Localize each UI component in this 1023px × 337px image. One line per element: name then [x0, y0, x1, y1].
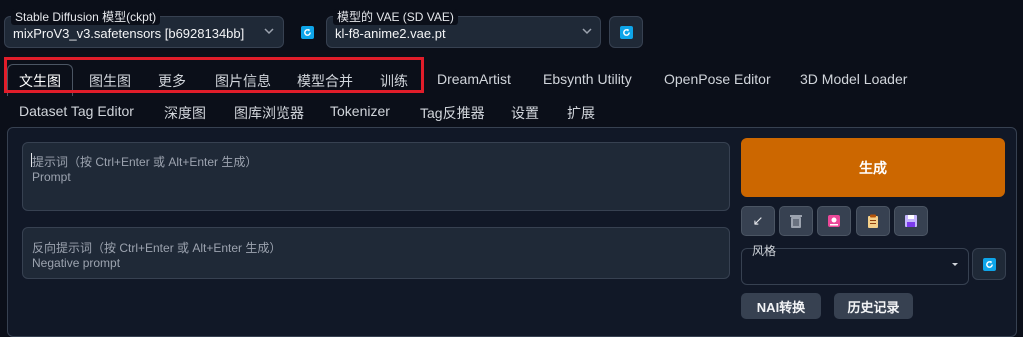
image-card-icon — [828, 215, 840, 227]
tab-openpose-editor[interactable]: OpenPose Editor — [664, 71, 771, 87]
generate-button[interactable]: 生成 — [741, 138, 1005, 197]
prompt-input[interactable]: 提示词（按 Ctrl+Enter 或 Alt+Enter 生成） Prompt — [22, 142, 730, 211]
vae-select[interactable]: 模型的 VAE (SD VAE) kl-f8-anime2.vae.pt — [326, 9, 601, 48]
vae-select-label: 模型的 VAE (SD VAE) — [333, 9, 458, 25]
refresh-icon — [619, 25, 633, 39]
dropdown-arrow-icon — [952, 263, 958, 266]
vae-select-value: kl-f8-anime2.vae.pt — [335, 26, 446, 41]
tab-dataset-tag-editor[interactable]: Dataset Tag Editor — [19, 103, 134, 119]
tab-tokenizer[interactable]: Tokenizer — [330, 103, 390, 119]
highlight-box — [4, 57, 424, 93]
refresh-icon — [982, 257, 996, 271]
save-style-button[interactable] — [894, 206, 928, 236]
tab-depth-map[interactable]: 深度图 — [164, 103, 206, 123]
tab-ebsynth-utility[interactable]: Ebsynth Utility — [543, 71, 632, 87]
read-params-button[interactable]: ↙ — [741, 206, 775, 236]
nai-convert-button[interactable]: NAI转换 — [741, 293, 821, 319]
negative-prompt-placeholder: 反向提示词（按 Ctrl+Enter 或 Alt+Enter 生成） — [32, 241, 282, 255]
tab-dreamartist[interactable]: DreamArtist — [437, 71, 511, 87]
tab-extensions[interactable]: 扩展 — [567, 103, 595, 123]
tab-3d-model-loader[interactable]: 3D Model Loader — [800, 71, 907, 87]
show-extra-networks-button[interactable] — [817, 206, 851, 236]
prompt-placeholder-en: Prompt — [32, 170, 71, 184]
model-select-value: mixProV3_v3.safetensors [b6928134bb] — [13, 26, 245, 41]
model-select-label: Stable Diffusion 模型(ckpt) — [11, 9, 161, 25]
model-select[interactable]: Stable Diffusion 模型(ckpt) mixProV3_v3.sa… — [4, 9, 284, 48]
save-icon — [905, 215, 917, 227]
negative-prompt-placeholder-en: Negative prompt — [32, 256, 121, 270]
refresh-icon — [300, 25, 314, 39]
model-refresh-button[interactable] — [290, 16, 324, 48]
chevron-down-icon — [264, 28, 274, 35]
trash-icon — [790, 215, 802, 228]
clipboard-icon — [868, 214, 878, 228]
style-label: 风格 — [752, 244, 777, 258]
negative-prompt-input[interactable]: 反向提示词（按 Ctrl+Enter 或 Alt+Enter 生成） Negat… — [22, 227, 730, 279]
tab-tag-interrogator[interactable]: Tag反推器 — [420, 103, 485, 123]
clear-prompt-button[interactable] — [779, 206, 813, 236]
tab-image-browser[interactable]: 图库浏览器 — [234, 103, 304, 123]
vae-refresh-button[interactable] — [609, 16, 643, 48]
chevron-down-icon — [582, 28, 592, 35]
apply-style-button[interactable] — [856, 206, 890, 236]
arrow-icon: ↙ — [752, 213, 764, 228]
history-button[interactable]: 历史记录 — [834, 293, 913, 319]
tab-settings[interactable]: 设置 — [511, 103, 539, 123]
style-refresh-button[interactable] — [972, 248, 1006, 280]
prompt-placeholder: 提示词（按 Ctrl+Enter 或 Alt+Enter 生成） — [32, 155, 258, 169]
